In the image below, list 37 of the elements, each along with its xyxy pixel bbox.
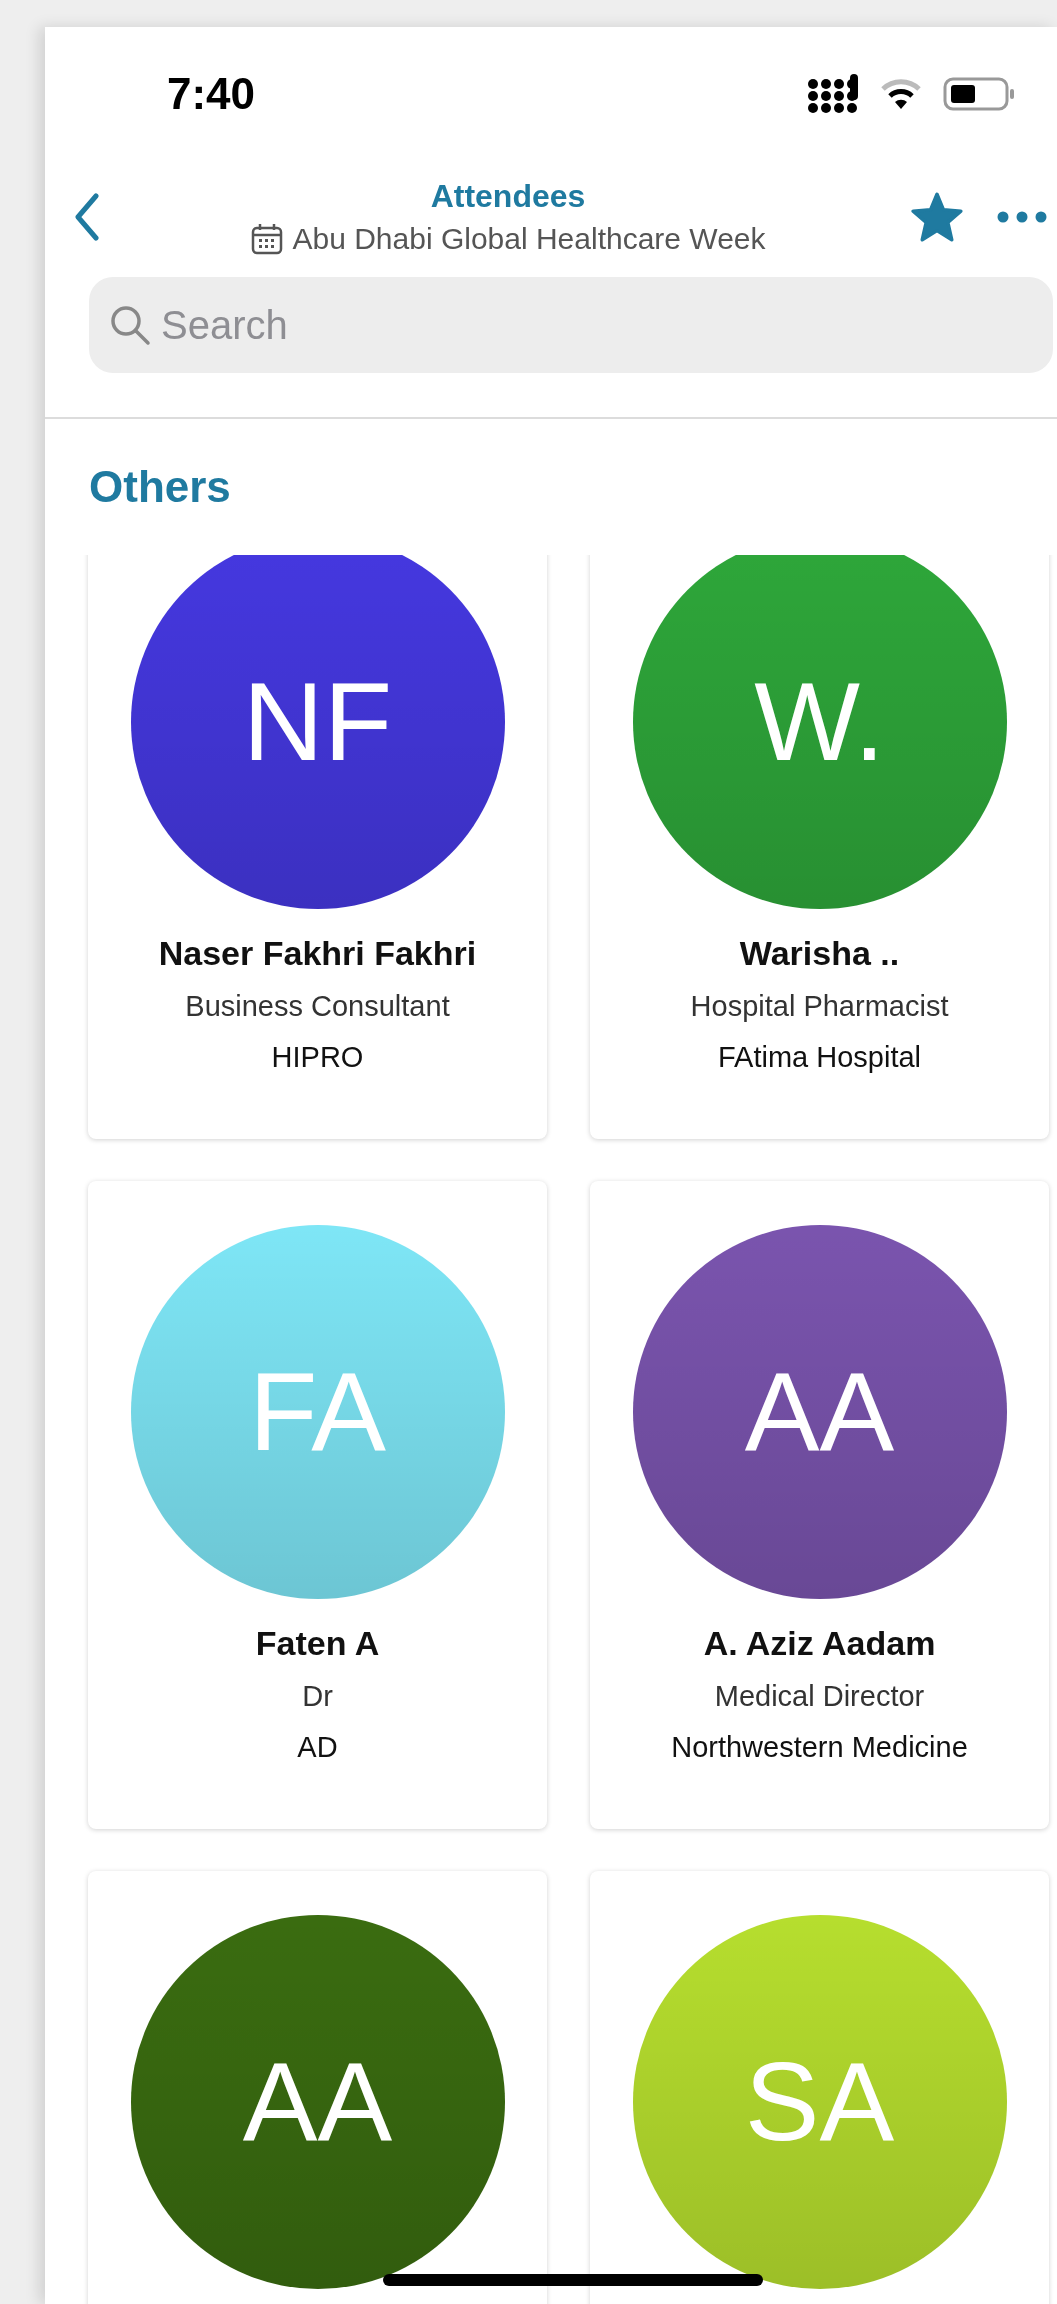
- attendee-card[interactable]: W. Warisha .. Hospital Pharmacist FAtima Hospital: [590, 555, 1049, 1139]
- attendee-title: Business Consultant: [185, 989, 450, 1024]
- star-icon: [911, 192, 963, 242]
- avatar-initials: NF: [242, 666, 393, 778]
- avatar-initials: AA: [242, 2046, 393, 2158]
- attendee-organization: HIPRO: [271, 1040, 364, 1075]
- back-chevron-icon: [74, 193, 100, 241]
- search-input[interactable]: Search: [161, 295, 1053, 355]
- attendee-title: Hospital Pharmacist: [690, 989, 949, 1024]
- attendee-card[interactable]: AA A. Aziz Aadam Medical Director Northwestern Medicine: [590, 1181, 1049, 1829]
- attendee-organization: FAtima Hospital: [717, 1040, 922, 1075]
- battery-icon: [943, 76, 1015, 112]
- page-title: Attendees: [430, 177, 586, 216]
- attendee-title: Medical Director: [714, 1679, 925, 1714]
- avatar-initials: SA: [744, 2046, 895, 2158]
- attendee-card[interactable]: FA Faten A Dr AD: [88, 1181, 547, 1829]
- search-field[interactable]: Search: [89, 277, 1053, 373]
- attendee-name: Warisha ..: [739, 933, 900, 974]
- avatar-initials: W.: [754, 666, 885, 778]
- attendee-name: Faten A: [255, 1623, 380, 1664]
- calendar-icon: [250, 222, 285, 256]
- avatar-initials: AA: [744, 1356, 895, 1468]
- attendee-name: Naser Fakhri Fakhri: [158, 933, 477, 974]
- status-time: 7:40: [167, 68, 256, 120]
- event-subtitle: Abu Dhabi Global Healthcare Week: [292, 221, 766, 257]
- more-dots-icon: [997, 211, 1047, 223]
- avatar-initials: FA: [249, 1356, 386, 1468]
- attendee-card[interactable]: AA: [88, 1871, 547, 2304]
- attendee-title: Dr: [302, 1679, 333, 1714]
- signal-icon: [807, 74, 859, 114]
- wifi-icon: [881, 78, 921, 110]
- section-heading: Others: [89, 461, 231, 513]
- attendee-organization: AD: [297, 1730, 338, 1765]
- attendee-name: A. Aziz Aadam: [703, 1623, 936, 1664]
- attendee-organization: Northwestern Medicine: [671, 1730, 968, 1765]
- attendee-card[interactable]: NF Naser Fakhri Fakhri Business Consultant HIPRO: [88, 555, 547, 1139]
- search-icon: [109, 304, 151, 346]
